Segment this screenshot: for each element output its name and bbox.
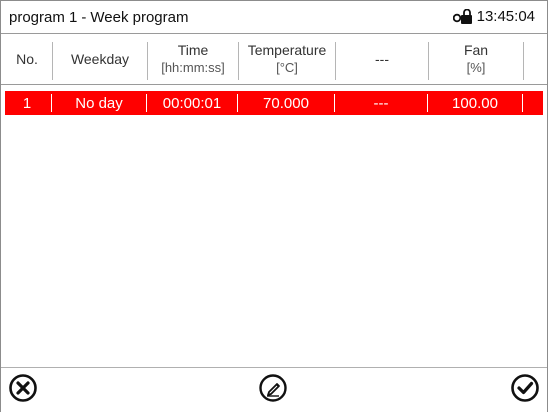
edit-button[interactable] — [257, 373, 289, 408]
column-label: Weekday — [70, 51, 130, 67]
column-header-no: No. — [3, 34, 51, 84]
table-header: No. Weekday Time [hh:mm:ss] Temperature … — [1, 34, 547, 85]
column-unit: [°C] — [276, 60, 298, 75]
column-divider — [523, 42, 524, 80]
edit-pencil-icon — [258, 373, 288, 408]
confirm-button[interactable] — [509, 373, 541, 408]
column-unit: [hh:mm:ss] — [161, 60, 225, 75]
program-editor-screen: program 1- Week program 13:45:04 No. Week… — [0, 0, 548, 412]
column-label: Time — [177, 42, 209, 58]
program-name: program 1 — [9, 9, 78, 26]
table-row-selected[interactable]: 1 No day 00:00:01 70.000 --- 100.00 — [5, 91, 543, 115]
column-header-temperature: Temperature [°C] — [239, 34, 335, 84]
column-label: --- — [375, 51, 389, 67]
program-mode: Week program — [90, 9, 189, 26]
cell-time: 00:00:01 — [162, 94, 222, 112]
action-bar — [1, 367, 547, 412]
column-header-weekday: Weekday — [53, 34, 147, 84]
cell-fan: 100.00 — [452, 94, 498, 112]
status-area: 13:45:04 — [452, 8, 535, 25]
title-bar: program 1- Week program 13:45:04 — [1, 1, 547, 34]
column-header-time: Time [hh:mm:ss] — [148, 34, 238, 84]
cancel-button[interactable] — [7, 373, 39, 408]
column-header-fan: Fan [%] — [429, 34, 523, 84]
cell-unused: --- — [373, 94, 389, 112]
column-label: Fan — [463, 42, 489, 58]
cell-no: 1 — [22, 94, 32, 112]
cell-temperature: 70.000 — [263, 94, 309, 112]
column-unit: [%] — [466, 60, 486, 75]
cancel-circle-icon — [8, 373, 38, 408]
column-label: Temperature — [247, 42, 327, 58]
page-title: program 1- Week program — [9, 9, 188, 26]
column-label: No. — [16, 51, 38, 67]
unlocked-lock-icon — [452, 8, 473, 25]
cell-divider — [522, 94, 523, 112]
title-separator: - — [81, 9, 87, 26]
confirm-check-icon — [510, 373, 540, 408]
clock-time: 13:45:04 — [476, 8, 535, 25]
column-header-unused: --- — [336, 34, 428, 84]
cell-weekday: No day — [75, 94, 123, 112]
